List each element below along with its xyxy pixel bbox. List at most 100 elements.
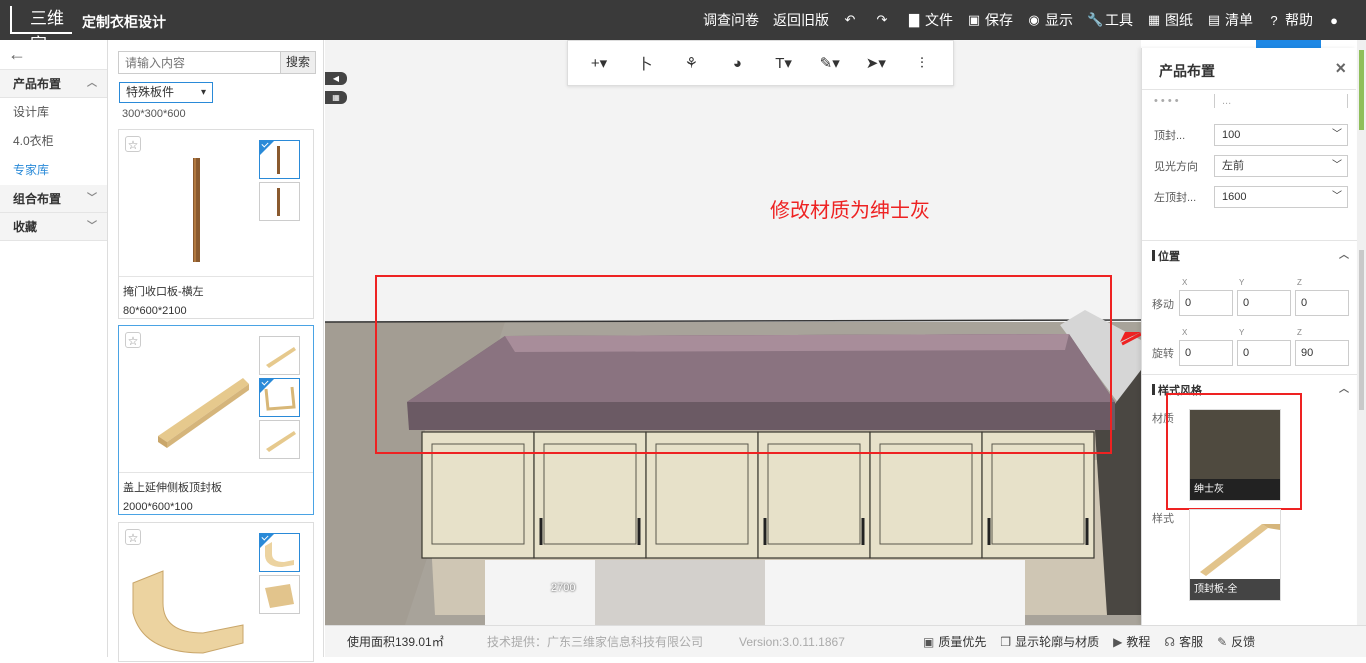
status-action[interactable]: ▣ 质量优先: [923, 633, 986, 650]
chevron-up-icon: ︿: [87, 78, 97, 89]
status-action-icon: ☊: [1164, 634, 1176, 649]
chevron-down-icon: ﹀: [87, 193, 97, 204]
menu-item[interactable]: ↷: [868, 0, 900, 40]
menu-item[interactable]: ▦ 图纸: [1140, 0, 1200, 40]
style-thumbnail: [1200, 524, 1280, 576]
toolbar-tool-icon[interactable]: ⚘: [672, 54, 710, 72]
area-text: 使用面积139.01㎡: [347, 635, 444, 649]
nav-item-wardrobe-4[interactable]: 4.0衣柜: [0, 127, 107, 156]
rotate-x-input[interactable]: 0: [1179, 340, 1233, 366]
status-bar: 使用面积139.01㎡ 技术提供：广东三维家信息科技有限公司 Version:3…: [325, 625, 1366, 657]
section-position[interactable]: 位置 ︿: [1142, 240, 1357, 268]
status-actions: ▣ 质量优先 ❒ 显示轮廓与材质 ▶ 教程 ☊ 客服 ✎ 反馈: [923, 633, 1269, 650]
chevron-down-icon: ﹀: [1332, 160, 1342, 171]
menu-icon: ↶: [844, 12, 856, 27]
nav-item-expert-library[interactable]: 专家库: [0, 156, 107, 185]
rotate-z-input[interactable]: 90: [1295, 340, 1349, 366]
product-name: 掩门收口板-横左: [119, 276, 313, 305]
rotate-y-input[interactable]: 0: [1237, 340, 1291, 366]
menu-icon: ▇: [909, 12, 919, 27]
toolbar-tool-icon[interactable]: T▾: [765, 54, 803, 72]
menu-item[interactable]: 调查问卷: [696, 0, 766, 40]
app-title: 定制衣柜设计: [82, 14, 166, 30]
move-x-input[interactable]: 0: [1179, 290, 1233, 316]
menu-item[interactable]: ? 帮助: [1260, 0, 1320, 40]
collapse-panel-button[interactable]: ◀: [325, 72, 347, 85]
variant-thumb[interactable]: [259, 378, 300, 417]
menu-item[interactable]: 🔧 工具: [1080, 0, 1140, 40]
nav-section-combo-layout[interactable]: 组合布置 ﹀: [0, 185, 107, 213]
chevron-up-icon: ︿: [1339, 250, 1349, 261]
product-card[interactable]: ☆: [118, 522, 314, 662]
dimension-label: 2700: [551, 582, 576, 594]
variant-thumb[interactable]: [259, 575, 300, 614]
search-input[interactable]: [119, 52, 280, 73]
variant-thumb[interactable]: [259, 420, 300, 459]
close-icon[interactable]: ×: [1335, 58, 1346, 79]
search-row: 搜索: [118, 51, 316, 74]
prop-select[interactable]: 100 ﹀: [1214, 124, 1348, 146]
product-thumbnail: [132, 570, 244, 654]
top-menu: 调查问卷 返回旧版 ↶ ↷ ▇ 文件 ▣ 保存 ◉ 显示 🔧 工具 ▦ 图纸 ▤ 清单? 帮助 ●: [696, 0, 1352, 40]
product-thumbnail: [193, 158, 200, 262]
chevron-down-icon: ﹀: [1332, 191, 1342, 202]
variant-thumb[interactable]: [259, 140, 300, 179]
provider-text: 技术提供：广东三维家信息科技有限公司: [487, 635, 704, 649]
category-select[interactable]: 特殊板件 ▾: [119, 82, 213, 103]
prop-row: 左顶封... 1600 ﹀: [1154, 186, 1354, 208]
menu-item[interactable]: ●: [1320, 0, 1352, 40]
chevron-down-icon: ▾: [200, 87, 206, 98]
prop-select[interactable]: 1600 ﹀: [1214, 186, 1348, 208]
style-swatch[interactable]: 顶封板-全: [1189, 509, 1281, 601]
product-card[interactable]: ☆ 掩门收口板-横左 80*600*2100: [118, 129, 314, 319]
3d-viewport[interactable]: 2700 +▾ 卜 ⚘ ◕ T▾ ✎▾ ➤▾ ⫶ ◀ ▦ 修改材质为绅士灰: [325, 40, 1141, 625]
menu-icon: ▣: [967, 12, 981, 27]
menu-icon: ▦: [1147, 12, 1161, 27]
menu-icon: 🔧: [1087, 12, 1104, 27]
status-action[interactable]: ☊ 客服: [1164, 633, 1203, 650]
highlight-box: [1166, 393, 1302, 510]
prop-row: 见光方向 左前 ﹀: [1154, 155, 1354, 177]
variant-thumb[interactable]: [259, 336, 300, 375]
left-nav: ← 产品布置 ︿ 设计库 4.0衣柜 专家库 组合布置 ﹀ 收藏 ﹀: [0, 40, 108, 657]
nav-section-label: 收藏: [13, 220, 38, 234]
menu-icon: ●: [1330, 12, 1338, 28]
status-action[interactable]: ✎ 反馈: [1217, 633, 1255, 650]
status-action-icon: ❒: [1000, 634, 1012, 649]
back-arrow-icon[interactable]: ←: [0, 40, 107, 70]
nav-section-favorites[interactable]: 收藏 ﹀: [0, 213, 107, 241]
move-y-input[interactable]: 0: [1237, 290, 1291, 316]
menu-item[interactable]: 返回旧版: [766, 0, 836, 40]
prop-row-partial: • • • •...: [1154, 94, 1354, 108]
version-text: Version:3.0.11.1867: [739, 634, 845, 649]
toolbar-tool-icon[interactable]: 卜: [626, 53, 664, 74]
variant-thumb[interactable]: [259, 182, 300, 221]
panel-title: 产品布置: [1159, 63, 1215, 79]
status-action-icon: ✎: [1217, 634, 1228, 649]
move-z-input[interactable]: 0: [1295, 290, 1349, 316]
nav-section-label: 组合布置: [13, 192, 62, 206]
toolbar-tool-icon[interactable]: ⫶: [903, 55, 941, 72]
prop-select[interactable]: 左前 ﹀: [1214, 155, 1348, 177]
nav-item-design-library[interactable]: 设计库: [0, 98, 107, 127]
search-button[interactable]: 搜索: [280, 52, 315, 73]
toolbar-tool-icon[interactable]: ◕: [718, 55, 756, 72]
panel-scrollbar[interactable]: [1357, 40, 1366, 625]
nav-section-product-layout[interactable]: 产品布置 ︿: [0, 70, 107, 98]
status-action[interactable]: ❒ 显示轮廓与材质: [1000, 633, 1099, 650]
annotation-text: 修改材质为绅士灰: [770, 200, 930, 222]
variant-thumb[interactable]: [259, 533, 300, 572]
menu-item[interactable]: ▣ 保存: [960, 0, 1020, 40]
product-card[interactable]: ☆ 盖上延伸侧板顶封板 2000*600*100: [118, 325, 314, 515]
grid-view-button[interactable]: ▦: [325, 91, 347, 104]
menu-item[interactable]: ▤ 清单: [1200, 0, 1260, 40]
menu-item[interactable]: ↶: [836, 0, 868, 40]
product-size: 80*600*2100: [123, 305, 187, 317]
toolbar-tool-icon[interactable]: +▾: [580, 54, 618, 72]
menu-item[interactable]: ▇ 文件: [900, 0, 960, 40]
menu-item[interactable]: ◉ 显示: [1020, 0, 1080, 40]
toolbar-tool-icon[interactable]: ✎▾: [811, 54, 849, 72]
status-action[interactable]: ▶ 教程: [1113, 633, 1150, 650]
app-logo[interactable]: 三维家: [10, 6, 72, 54]
toolbar-tool-icon[interactable]: ➤▾: [857, 54, 895, 72]
